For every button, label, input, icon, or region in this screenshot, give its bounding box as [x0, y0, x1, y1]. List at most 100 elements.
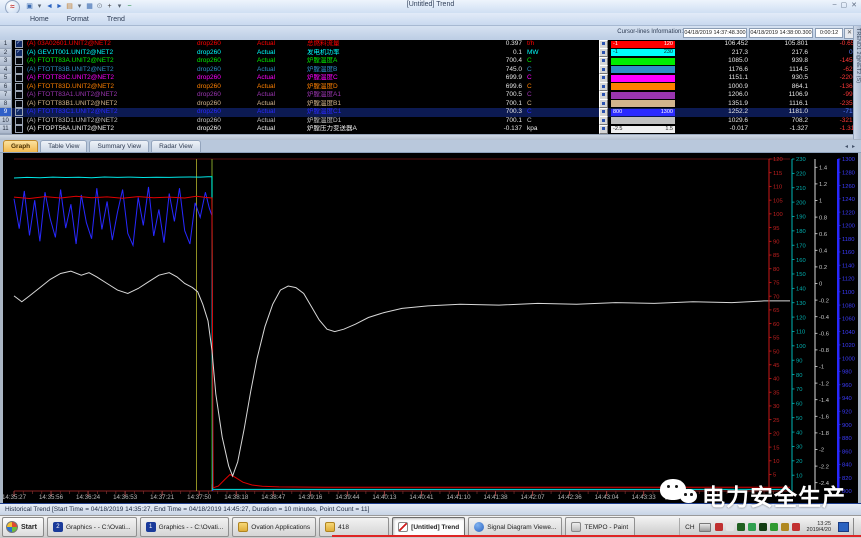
cursor-b-value: -1.327: [748, 125, 808, 134]
temp-axis-label: 860: [842, 449, 852, 455]
table-row[interactable]: 11(A) FTOPT56A.UNIT2@NET2drop260Actual炉膛…: [0, 125, 853, 134]
menu-tab-trend[interactable]: Trend: [107, 16, 125, 23]
power-axis-label: 40: [796, 430, 802, 436]
docked-side-tab[interactable]: TREND1 2@NET2 (S): [853, 26, 861, 139]
table-row[interactable]: 8(A) FTOTT83B1.UNIT2@NET2drop260Actual炉膛…: [0, 100, 853, 109]
close-icon[interactable]: ✕: [851, 1, 857, 9]
scale-color-bar: -1230: [611, 49, 675, 56]
menu-tab-home[interactable]: Home: [30, 16, 49, 23]
table-row[interactable]: 1✓(A) 03A02601.UNIT2@NET2drop260Actual总燃…: [0, 40, 853, 49]
table-row[interactable]: 4(A) FTOTT83B.UNIT2@NET2drop260Actual炉膛温…: [0, 66, 853, 75]
menu-tab-format[interactable]: Format: [67, 16, 89, 23]
tab-scroll-left-icon[interactable]: ◂: [845, 143, 848, 150]
fuel-axis-label: 50: [773, 349, 779, 355]
scale-checkbox[interactable]: [599, 125, 608, 134]
table-row[interactable]: 6(A) FTOTT83D.UNIT2@NET2drop260Actual炉膛温…: [0, 83, 853, 92]
point-value: 699.9: [467, 74, 522, 83]
tray-icon-binocular[interactable]: [759, 523, 767, 531]
network-icon[interactable]: [838, 522, 849, 532]
power-axis-label: 170: [796, 243, 806, 249]
trend-icon: [398, 522, 408, 532]
row-checkbox[interactable]: [15, 57, 23, 65]
tab-scroll-right-icon[interactable]: ▸: [852, 143, 855, 150]
point-description: 发电机功率: [307, 49, 467, 58]
cursor-b-value: 864.1: [748, 83, 808, 92]
taskbar-button[interactable]: [Untitled] Trend: [392, 517, 465, 537]
row-checkbox[interactable]: ✓: [15, 49, 23, 57]
scale-checkbox-cell: [597, 117, 610, 126]
fuel-axis-label: 35: [773, 390, 779, 396]
point-drop: drop260: [197, 40, 257, 49]
tray-icon-flag[interactable]: [726, 523, 734, 531]
maximize-icon[interactable]: ▢: [841, 1, 848, 9]
row-checkbox[interactable]: [15, 91, 23, 99]
point-units: C: [522, 91, 559, 100]
fuel-axis-label: 70: [773, 294, 779, 300]
row-checkbox[interactable]: [15, 117, 23, 125]
trend-plot[interactable]: 14:35:2714:35:5614:36:2414:36:5314:37:21…: [3, 153, 858, 503]
table-row[interactable]: 5(A) FTOTT83C.UNIT2@NET2drop260Actual炉膛温…: [0, 74, 853, 83]
show-desktop-button[interactable]: [853, 518, 859, 537]
row-checkbox[interactable]: [15, 125, 23, 133]
tray-icon-darkgreen[interactable]: [737, 523, 745, 531]
point-units: kpa: [522, 125, 559, 134]
point-mode: Actual: [257, 91, 307, 100]
tray-icon-green[interactable]: [748, 523, 756, 531]
scale-min-label: -1: [613, 41, 618, 48]
power-axis-label: 160: [796, 258, 806, 264]
cursor-time-b-field[interactable]: 04/18/2019 14:38:00.300: [749, 28, 813, 38]
cursor-a-value: 1351.9: [676, 100, 748, 109]
printer-icon[interactable]: [699, 523, 711, 532]
taskbar-button[interactable]: Signal Diagram Viewe...: [468, 517, 562, 537]
tray-icon-key[interactable]: [781, 523, 789, 531]
table-row[interactable]: 7(A) FTOTT83A1.UNIT2@NET2drop260Actual炉膛…: [0, 91, 853, 100]
scale-color-bar: [611, 58, 675, 65]
tray-icon-record[interactable]: [792, 523, 800, 531]
cursor-a-value: -0.017: [676, 125, 748, 134]
start-button[interactable]: Start: [2, 517, 44, 537]
cursor-a-value: 106.452: [676, 40, 748, 49]
row-checkbox[interactable]: [15, 83, 23, 91]
system-tray: CH 13:25 2019/4/20: [679, 518, 859, 537]
tray-icon-shield[interactable]: [770, 523, 778, 531]
row-checkbox[interactable]: ✓: [15, 108, 23, 116]
row-checkbox[interactable]: [15, 74, 23, 82]
row-checkbox[interactable]: [15, 100, 23, 108]
taskbar-button-label: Ovation Applications: [251, 524, 310, 531]
taskbar-button[interactable]: 2Graphics - - C:\Ovati...: [47, 517, 137, 537]
row-checkbox[interactable]: ✓: [15, 40, 23, 48]
tray-icon-red[interactable]: [715, 523, 723, 531]
temp-axis-label: 1080: [842, 303, 855, 309]
pressure-axis-label: 0.2: [819, 265, 827, 271]
scale-bar-cell: [610, 57, 676, 66]
row-number: 2: [0, 49, 12, 58]
view-tab-summary-view[interactable]: Summary View: [89, 140, 149, 152]
trend-graph[interactable]: 14:35:2714:35:5614:36:2414:36:5314:37:21…: [3, 153, 858, 503]
table-row[interactable]: 2✓(A) GEVJT001.UNIT2@NET2drop260Actual发电…: [0, 49, 853, 58]
language-indicator[interactable]: CH: [685, 524, 694, 531]
row-checkbox[interactable]: [15, 66, 23, 74]
row-checkbox-cell: ✓: [12, 49, 25, 58]
scale-min-label: -1: [613, 49, 618, 56]
table-row[interactable]: 9✓(A) FTOTT83C1.UNIT2@NET2drop260Actual炉…: [0, 108, 853, 117]
table-row[interactable]: 3(A) FTOTT83A.UNIT2@NET2drop260Actual炉膛温…: [0, 57, 853, 66]
taskbar-button[interactable]: TEMPO - Paint: [565, 517, 635, 537]
point-drop: drop260: [197, 100, 257, 109]
taskbar-clock[interactable]: 13:25 2019/4/20: [804, 521, 834, 534]
power-axis-label: 140: [796, 287, 806, 293]
taskbar-button[interactable]: Ovation Applications: [232, 517, 316, 537]
point-description: 炉膛温度B: [307, 66, 467, 75]
view-tab-table-view[interactable]: Table View: [40, 140, 87, 152]
taskbar-button[interactable]: 1Graphics - - C:\Ovati...: [140, 517, 230, 537]
cursor-time-a-field[interactable]: 04/18/2019 14:37:48.300: [683, 28, 747, 38]
x-axis-label: 14:36:24: [76, 494, 101, 501]
point-units: C: [522, 66, 559, 75]
view-tab-radar-view[interactable]: Radar View: [151, 140, 200, 152]
table-row[interactable]: 10(A) FTOTT83D1.UNIT2@NET2drop260Actual炉…: [0, 117, 853, 126]
view-tab-graph[interactable]: Graph: [3, 140, 38, 152]
minimize-icon[interactable]: –: [833, 1, 837, 9]
scale-bar-cell: [610, 91, 676, 100]
scale-color-bar: 8001300: [611, 109, 675, 116]
taskbar-button[interactable]: 418: [319, 517, 389, 537]
cursor-duration-field[interactable]: 0:00:12: [815, 28, 843, 38]
